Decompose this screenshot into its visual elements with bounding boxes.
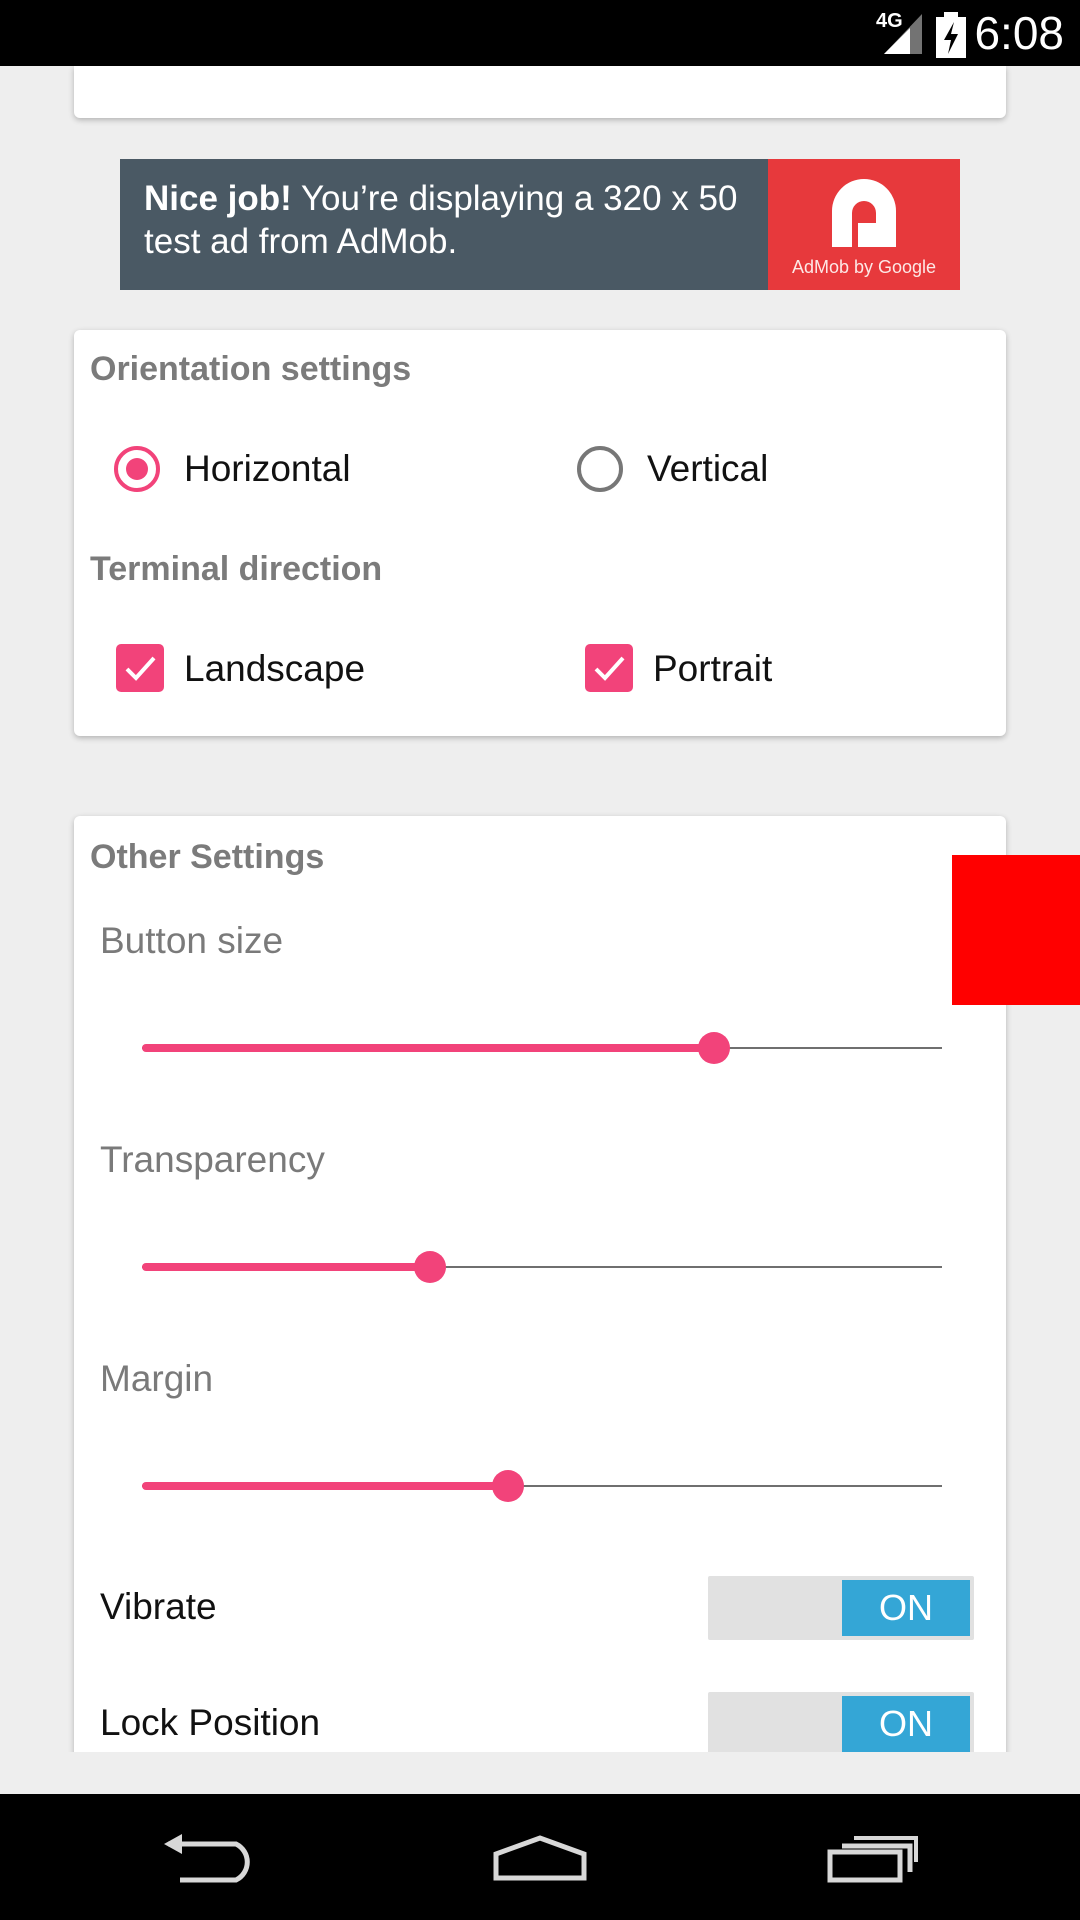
slider-label-button-size: Button size — [100, 920, 284, 961]
battery-charging-icon — [936, 12, 966, 58]
content-bottom-gap — [0, 1752, 1080, 1794]
admob-logo-icon — [832, 179, 896, 247]
radio-selected-indicator[interactable] — [114, 446, 160, 492]
ad-text: Nice job! You’re displaying a 320 x 50 t… — [144, 177, 764, 263]
check-icon — [125, 656, 156, 681]
orientation-title: Orientation settings — [90, 350, 412, 388]
terminal-direction-title: Terminal direction — [90, 550, 383, 588]
radio-vertical[interactable]: Vertical — [577, 440, 977, 500]
previous-card — [74, 66, 1006, 118]
slider-fill-margin — [142, 1482, 508, 1490]
checkbox-landscape[interactable]: Landscape — [116, 638, 536, 698]
radio-horizontal-label: Horizontal — [184, 448, 351, 489]
lock-position-label: Lock Position — [100, 1702, 321, 1743]
status-bar: 4G 6:08 — [0, 0, 1080, 66]
slider-label-transparency: Transparency — [100, 1139, 325, 1180]
lock-position-toggle-state: ON — [842, 1696, 970, 1752]
slider-thumb-button-size[interactable] — [698, 1032, 730, 1064]
ad-logo-caption: AdMob by Google — [791, 257, 937, 277]
slider-fill-transparency — [142, 1263, 430, 1271]
checkbox-landscape-box[interactable] — [116, 644, 164, 692]
slider-fill-button-size — [142, 1044, 714, 1052]
home-icon[interactable] — [490, 1834, 590, 1884]
recents-icon[interactable] — [826, 1834, 920, 1884]
checkbox-landscape-label: Landscape — [184, 648, 366, 689]
vibrate-label: Vibrate — [100, 1586, 217, 1627]
ad-logo-block: AdMob by Google — [768, 159, 960, 290]
floating-overlay-button[interactable] — [952, 855, 1080, 1005]
checkbox-portrait-label: Portrait — [653, 648, 773, 689]
ad-banner[interactable]: Nice job! You’re displaying a 320 x 50 t… — [120, 159, 960, 290]
slider-thumb-transparency[interactable] — [414, 1251, 446, 1283]
radio-vertical-label: Vertical — [647, 448, 769, 489]
other-settings-title: Other Settings — [90, 838, 325, 876]
radio-unselected-indicator[interactable] — [577, 446, 623, 492]
slider-thumb-margin[interactable] — [492, 1470, 524, 1502]
signal-icon — [884, 14, 922, 54]
back-icon[interactable] — [164, 1834, 254, 1884]
orientation-card: Orientation settings Horizontal Vertical… — [74, 330, 1006, 736]
ad-headline: Nice job! — [144, 179, 292, 218]
vibrate-toggle[interactable]: ON — [708, 1576, 974, 1640]
lock-position-toggle[interactable]: ON — [708, 1692, 974, 1756]
navigation-bar — [0, 1794, 1080, 1920]
clock: 6:08 — [974, 7, 1064, 59]
slider-label-margin: Margin — [100, 1358, 214, 1399]
radio-horizontal[interactable]: Horizontal — [114, 440, 534, 500]
checkbox-portrait-box[interactable] — [585, 644, 633, 692]
checkbox-portrait[interactable]: Portrait — [585, 638, 985, 698]
check-icon — [594, 656, 625, 681]
other-settings-card: Other Settings Button size Transparency … — [74, 816, 1006, 1816]
vibrate-toggle-state: ON — [842, 1580, 970, 1636]
